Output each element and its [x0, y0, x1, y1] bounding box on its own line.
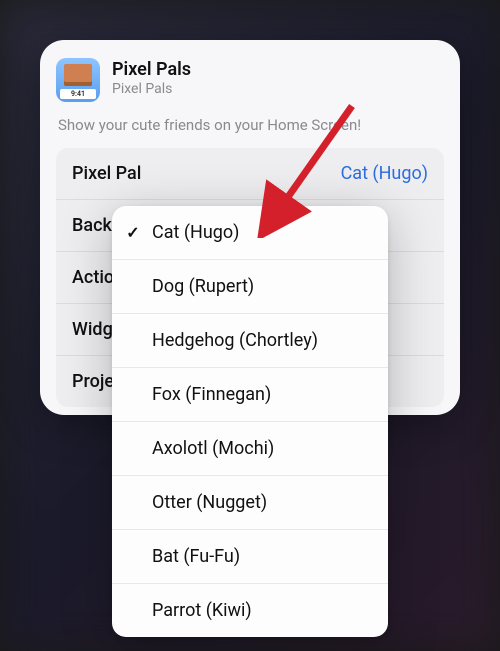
row-value: Cat (Hugo): [341, 163, 428, 184]
checkmark-icon: ✓: [124, 223, 142, 242]
dropdown-item-otter[interactable]: Otter (Nugget): [112, 476, 388, 530]
dropdown-item-axolotl[interactable]: Axolotl (Mochi): [112, 422, 388, 476]
dropdown-item-label: Otter (Nugget): [152, 492, 267, 513]
header-text: Pixel Pals Pixel Pals: [112, 58, 191, 97]
app-description: Show your cute friends on your Home Scre…: [56, 116, 444, 134]
dropdown-item-label: Hedgehog (Chortley): [152, 330, 318, 351]
dropdown-item-bat[interactable]: Bat (Fu-Fu): [112, 530, 388, 584]
dropdown-item-parrot[interactable]: Parrot (Kiwi): [112, 584, 388, 637]
app-icon: [56, 58, 100, 102]
pixel-pal-dropdown: ✓ Cat (Hugo) Dog (Rupert) Hedgehog (Chor…: [112, 206, 388, 637]
dropdown-item-label: Bat (Fu-Fu): [152, 546, 240, 567]
dropdown-item-label: Dog (Rupert): [152, 276, 254, 297]
app-subtitle: Pixel Pals: [112, 81, 191, 97]
dropdown-item-cat[interactable]: ✓ Cat (Hugo): [112, 206, 388, 260]
dropdown-item-fox[interactable]: Fox (Finnegan): [112, 368, 388, 422]
dropdown-item-label: Cat (Hugo): [152, 222, 239, 243]
dropdown-item-label: Fox (Finnegan): [152, 384, 271, 405]
dropdown-item-dog[interactable]: Dog (Rupert): [112, 260, 388, 314]
app-title: Pixel Pals: [112, 58, 191, 81]
dropdown-item-label: Parrot (Kiwi): [152, 600, 252, 621]
settings-row-pixel-pal[interactable]: Pixel Pal Cat (Hugo): [56, 148, 444, 200]
dropdown-item-label: Axolotl (Mochi): [152, 438, 274, 459]
row-label: Pixel Pal: [72, 163, 141, 184]
card-header: Pixel Pals Pixel Pals: [56, 58, 444, 102]
dropdown-item-hedgehog[interactable]: Hedgehog (Chortley): [112, 314, 388, 368]
